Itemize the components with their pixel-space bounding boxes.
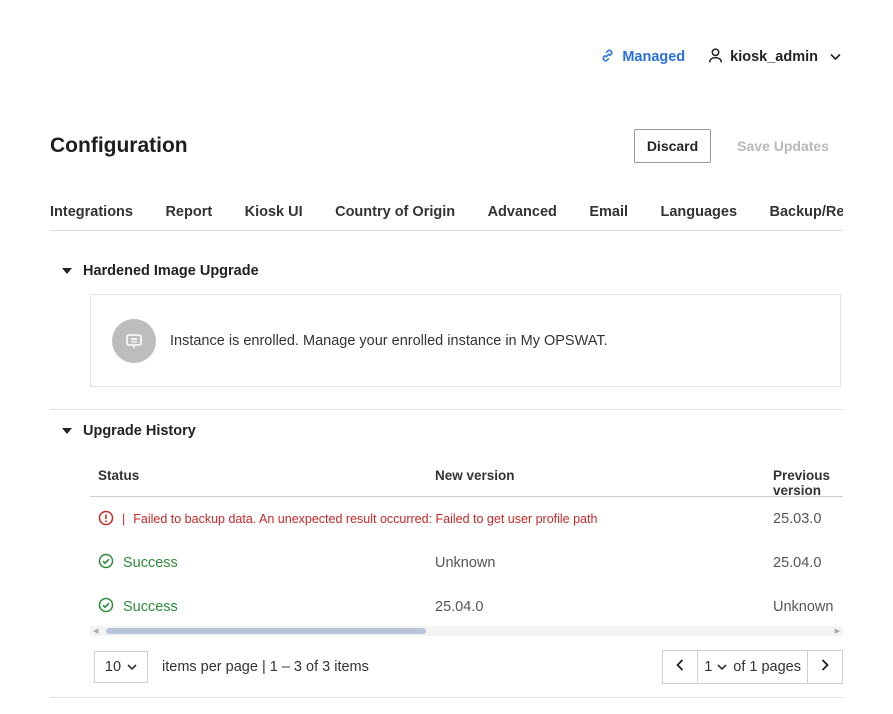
section-title: Hardened Image Upgrade (83, 263, 259, 279)
column-header-new-version[interactable]: New version (435, 468, 515, 483)
tab-country-of-origin[interactable]: Country of Origin (335, 196, 455, 228)
tab-email[interactable]: Email (589, 196, 628, 228)
page-selector-group: 1 of 1 pages (697, 651, 808, 683)
header-actions: Discard Save Updates (633, 129, 841, 163)
save-updates-button[interactable]: Save Updates (725, 130, 841, 162)
tab-advanced[interactable]: Advanced (488, 196, 557, 228)
scroll-left-arrow-icon[interactable]: ◀ (93, 627, 98, 635)
scroll-right-arrow-icon[interactable]: ▶ (835, 627, 840, 635)
column-header-previous-version[interactable]: Previous version (773, 468, 843, 498)
top-bar: Managed kiosk_admin (600, 40, 841, 74)
page-header: Configuration Discard Save Updates (50, 128, 841, 164)
items-summary: items per page | 1 – 3 of 3 items (162, 659, 369, 675)
next-page-button[interactable] (808, 651, 842, 683)
chevron-right-icon (821, 659, 829, 675)
items-per-page-value: 10 (104, 659, 122, 675)
config-tabs: Integrations Report Kiosk UI Country of … (50, 196, 843, 231)
table-row: | Failed to backup data. An unexpected r… (90, 497, 843, 541)
table-row: Success 25.04.0 Unknown (90, 585, 843, 629)
check-circle-icon (98, 553, 114, 573)
pagination: 10 items per page | 1 – 3 of 3 items 1 o… (94, 650, 843, 684)
managed-link[interactable]: Managed (600, 48, 685, 67)
user-icon (707, 47, 724, 68)
status-text: Success (123, 599, 178, 615)
tab-report[interactable]: Report (165, 196, 212, 228)
server-icon (112, 318, 156, 363)
user-menu[interactable]: kiosk_admin (707, 47, 841, 68)
previous-version-cell: 25.03.0 (773, 511, 822, 527)
previous-version-cell: Unknown (773, 599, 834, 615)
status-cell: Success (98, 585, 178, 629)
caret-down-icon (62, 428, 72, 434)
tab-kiosk-ui[interactable]: Kiosk UI (245, 196, 303, 228)
page-title: Configuration (50, 134, 188, 157)
managed-label: Managed (622, 49, 686, 65)
status-cell: | Failed to backup data. An unexpected r… (98, 497, 597, 541)
username: kiosk_admin (730, 49, 818, 65)
chevron-down-icon (127, 659, 137, 675)
items-per-page-select[interactable]: 10 (94, 651, 148, 683)
page-count: of 1 pages (733, 659, 801, 675)
page-navigator: 1 of 1 pages (662, 650, 843, 684)
link-icon (600, 48, 615, 67)
scrollbar-thumb[interactable] (106, 628, 426, 634)
previous-page-button[interactable] (663, 651, 697, 683)
chevron-down-icon (717, 659, 727, 675)
upgrade-history-section-toggle[interactable]: Upgrade History (62, 423, 196, 439)
current-page: 1 (704, 659, 713, 675)
horizontal-scrollbar[interactable]: ◀ ▶ (90, 626, 843, 636)
status-text: Success (123, 555, 178, 571)
tab-integrations[interactable]: Integrations (50, 196, 133, 228)
tab-languages[interactable]: Languages (660, 196, 737, 228)
error-circle-icon (98, 510, 114, 529)
hardened-image-section-toggle[interactable]: Hardened Image Upgrade (62, 263, 259, 279)
enrollment-panel: Instance is enrolled. Manage your enroll… (90, 294, 841, 387)
table-row: Success Unknown 25.04.0 (90, 541, 843, 585)
section-title: Upgrade History (83, 423, 196, 439)
status-text: Failed to backup data. An unexpected res… (133, 512, 598, 526)
section-divider (50, 409, 843, 410)
discard-button[interactable]: Discard (633, 129, 712, 163)
upgrade-history-table: Status New version Previous version | Fa… (90, 456, 843, 642)
chevron-left-icon (676, 659, 684, 675)
chevron-down-icon (830, 49, 841, 65)
caret-down-icon (62, 268, 72, 274)
separator: | (122, 512, 126, 526)
new-version-cell: 25.04.0 (435, 599, 484, 615)
table-header: Status New version Previous version (90, 456, 843, 498)
previous-version-cell: 25.04.0 (773, 555, 822, 571)
tab-backup-restore[interactable]: Backup/Restore (769, 196, 843, 228)
footer-divider (50, 697, 843, 698)
new-version-cell: Unknown (435, 555, 496, 571)
page-number-select[interactable]: 1 (704, 659, 727, 675)
check-circle-icon (98, 597, 114, 617)
column-header-status[interactable]: Status (98, 468, 139, 483)
status-cell: Success (98, 541, 178, 585)
enrollment-message: Instance is enrolled. Manage your enroll… (170, 332, 608, 349)
